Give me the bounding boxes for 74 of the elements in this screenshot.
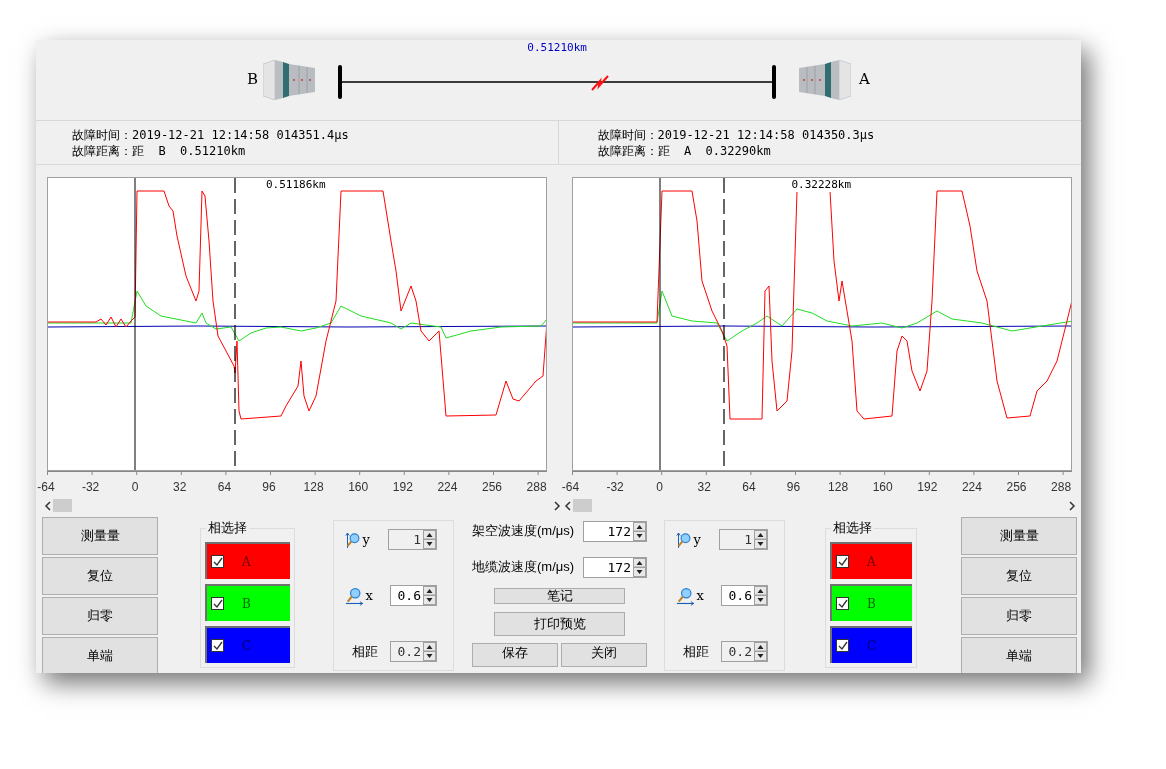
spin-label: y: [362, 530, 371, 549]
spin-value: 1: [743, 531, 753, 549]
action-button[interactable]: 归零: [42, 597, 158, 635]
phase-label: C: [242, 637, 252, 655]
spin-value: 0.2: [727, 643, 753, 661]
fault-time-text: 故障时间：2019-12-21 12:14:58 014350.3μs: [597, 126, 876, 143]
axis-tick-label: 256: [482, 480, 502, 494]
axis-tick-label: 224: [437, 480, 458, 494]
station-label: A: [859, 68, 870, 90]
axis-tick-label: 128: [828, 480, 849, 494]
axis-tick-label: 0: [656, 480, 664, 494]
fault-time-text: 故障时间：2019-12-21 12:14:58 014351.4μs: [72, 126, 350, 143]
axis-tick-label: 32: [173, 480, 187, 494]
spin-value: 0.6: [727, 587, 753, 605]
axis-tick-label: 160: [872, 480, 893, 494]
axis-tick-label: 64: [217, 480, 232, 494]
axis-tick-label: 288: [526, 480, 547, 494]
action-button[interactable]: 单端: [961, 637, 1077, 673]
spin-label: x: [365, 586, 374, 605]
spin-value: 0.2: [396, 643, 422, 661]
action-button[interactable]: 测量量: [961, 517, 1077, 555]
axis-tick-label: 128: [303, 480, 324, 494]
group-title: 相选择: [831, 520, 874, 536]
axis-tick-label: -32: [606, 480, 624, 494]
axis-tick-label: 64: [742, 480, 756, 494]
action-button[interactable]: 关闭: [561, 643, 647, 667]
spin-label: y: [693, 530, 702, 549]
action-button[interactable]: 笔记: [494, 588, 625, 604]
spin-label: x: [696, 586, 705, 605]
spin-box[interactable]: 172: [583, 556, 647, 578]
phase-label: B: [867, 595, 876, 613]
marker-distance-label: 0.32228km: [791, 178, 852, 192]
spin-value: 172: [606, 522, 632, 541]
axis-tick-label: 192: [392, 480, 413, 494]
fault-distance-text: 故障距离：距 B 0.51210km: [72, 142, 247, 159]
station-label: B: [247, 68, 259, 90]
axis-tick-label: -64: [37, 480, 55, 494]
phase-toggle[interactable]: B: [830, 584, 912, 621]
spin-value: 172: [606, 558, 632, 577]
group-title: 相选择: [206, 520, 249, 536]
distance-label: 0.51210km: [527, 41, 587, 55]
axis-tick-label: 96: [786, 480, 801, 494]
speed-label: 架空波速度(m/μs): [472, 522, 575, 541]
action-button[interactable]: 复位: [42, 557, 158, 595]
axis-tick-label: 224: [961, 480, 982, 494]
action-button[interactable]: 保存: [472, 643, 558, 667]
phase-label: C: [867, 637, 877, 655]
spin-box[interactable]: 0.6: [721, 585, 768, 606]
action-button[interactable]: 归零: [961, 597, 1077, 635]
spin-value: 1: [412, 531, 422, 549]
axis-tick-label: -32: [81, 480, 100, 494]
spin-label: 相距: [683, 642, 710, 661]
action-button[interactable]: 复位: [961, 557, 1077, 595]
phase-label: A: [867, 553, 876, 571]
action-button[interactable]: 打印预览: [494, 612, 625, 636]
spin-box[interactable]: 0.6: [390, 585, 437, 606]
axis-tick-label: 192: [917, 480, 938, 494]
axis-tick-label: 96: [262, 480, 276, 494]
spin-label: 相距: [352, 642, 379, 661]
axis-tick-label: 160: [348, 480, 369, 494]
fault-distance-text: 故障距离：距 A 0.32290km: [597, 142, 772, 159]
action-button[interactable]: 单端: [42, 637, 158, 673]
spin-value: 0.6: [396, 587, 422, 605]
phase-label: A: [242, 553, 251, 571]
axis-tick-label: -64: [561, 480, 580, 494]
axis-tick-label: 256: [1006, 480, 1027, 494]
spin-box[interactable]: 172: [583, 520, 647, 542]
phase-label: B: [242, 595, 251, 613]
axis-tick-label: 288: [1051, 480, 1072, 494]
axis-tick-label: 32: [697, 480, 711, 494]
phase-toggle[interactable]: B: [205, 584, 290, 621]
action-button[interactable]: 测量量: [42, 517, 158, 555]
speed-label: 地缆波速度(m/μs): [472, 558, 575, 577]
axis-tick-label: 0: [131, 480, 139, 494]
